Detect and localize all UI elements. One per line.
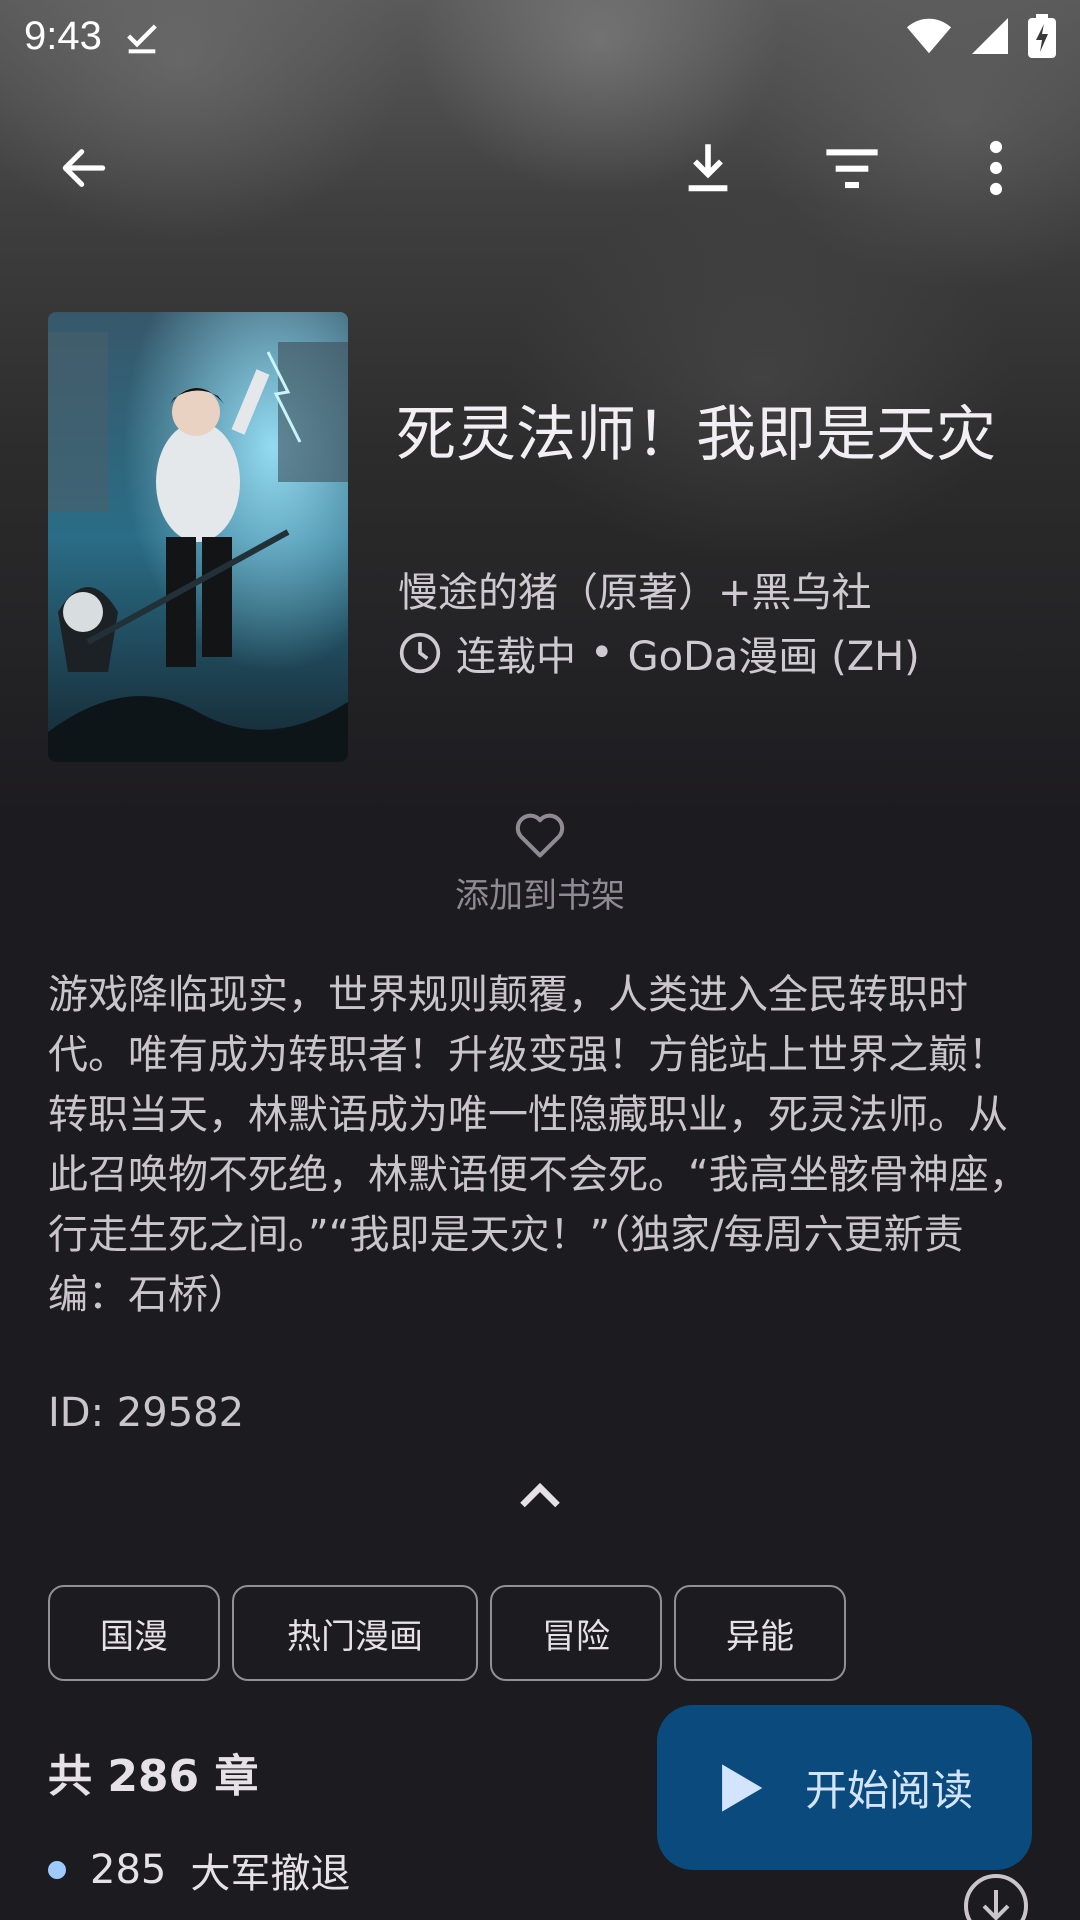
- manga-cover-image[interactable]: [48, 312, 348, 762]
- genre-tags: 国漫 热门漫画 冒险 异能: [48, 1585, 846, 1681]
- download-icon: [688, 144, 728, 192]
- wifi-icon: [906, 18, 952, 54]
- unread-dot: [48, 1861, 66, 1879]
- more-vert-icon: [989, 140, 1003, 196]
- meta-separator: •: [590, 630, 614, 676]
- download-button[interactable]: [660, 120, 756, 216]
- filter-button[interactable]: [804, 120, 900, 216]
- chapter-list-item[interactable]: 285 大军撤退: [48, 1840, 350, 1900]
- tag-chip[interactable]: 国漫: [48, 1585, 220, 1681]
- status-time: 9:43: [24, 13, 102, 58]
- back-arrow-icon: [62, 149, 106, 187]
- download-done-icon: [126, 24, 157, 54]
- status-bar: 9:43: [0, 0, 1080, 72]
- back-button[interactable]: [36, 120, 132, 216]
- manga-status-line: 连载中 • GoDa漫画 (ZH): [398, 625, 1058, 681]
- add-to-library-label: 添加到书架: [455, 876, 625, 916]
- manga-description[interactable]: 游戏降临现实，世界规则颠覆，人类进入全民转职时代。唯有成为转职者！升级变强！方能…: [48, 965, 1038, 1325]
- manga-id: ID: 29582: [48, 1390, 245, 1436]
- filter-icon: [826, 149, 878, 189]
- clock-icon: [399, 632, 441, 674]
- chevron-up-icon[interactable]: [510, 1470, 570, 1520]
- signal-icon: [972, 18, 1008, 54]
- cover-illustration: [48, 312, 348, 762]
- manga-title: 死灵法师！我即是天灾: [396, 400, 996, 470]
- play-icon: [722, 1763, 763, 1812]
- start-reading-button[interactable]: 开始阅读: [657, 1705, 1032, 1870]
- source-name: GoDa漫画 (ZH): [627, 634, 920, 680]
- publication-status: 连载中: [456, 634, 576, 680]
- add-to-library-button[interactable]: 添加到书架: [400, 810, 680, 930]
- heart-icon: [515, 813, 565, 858]
- manga-author: 慢途的猪（原著）+黑乌社: [398, 570, 872, 616]
- tag-chip[interactable]: 异能: [674, 1585, 846, 1681]
- chapter-count: 共 286 章: [48, 1751, 259, 1802]
- start-reading-label: 开始阅读: [805, 1766, 974, 1815]
- top-app-bar: [0, 120, 1080, 216]
- download-circle-icon[interactable]: [962, 1872, 1030, 1920]
- tag-chip[interactable]: 冒险: [490, 1585, 662, 1681]
- status-icons: [906, 14, 1056, 58]
- tag-chip[interactable]: 热门漫画: [232, 1585, 478, 1681]
- chapter-title: 大军撤退: [190, 1851, 351, 1897]
- chapter-number: 285: [90, 1847, 167, 1893]
- more-options-button[interactable]: [948, 120, 1044, 216]
- battery-charging-icon: [1028, 14, 1056, 58]
